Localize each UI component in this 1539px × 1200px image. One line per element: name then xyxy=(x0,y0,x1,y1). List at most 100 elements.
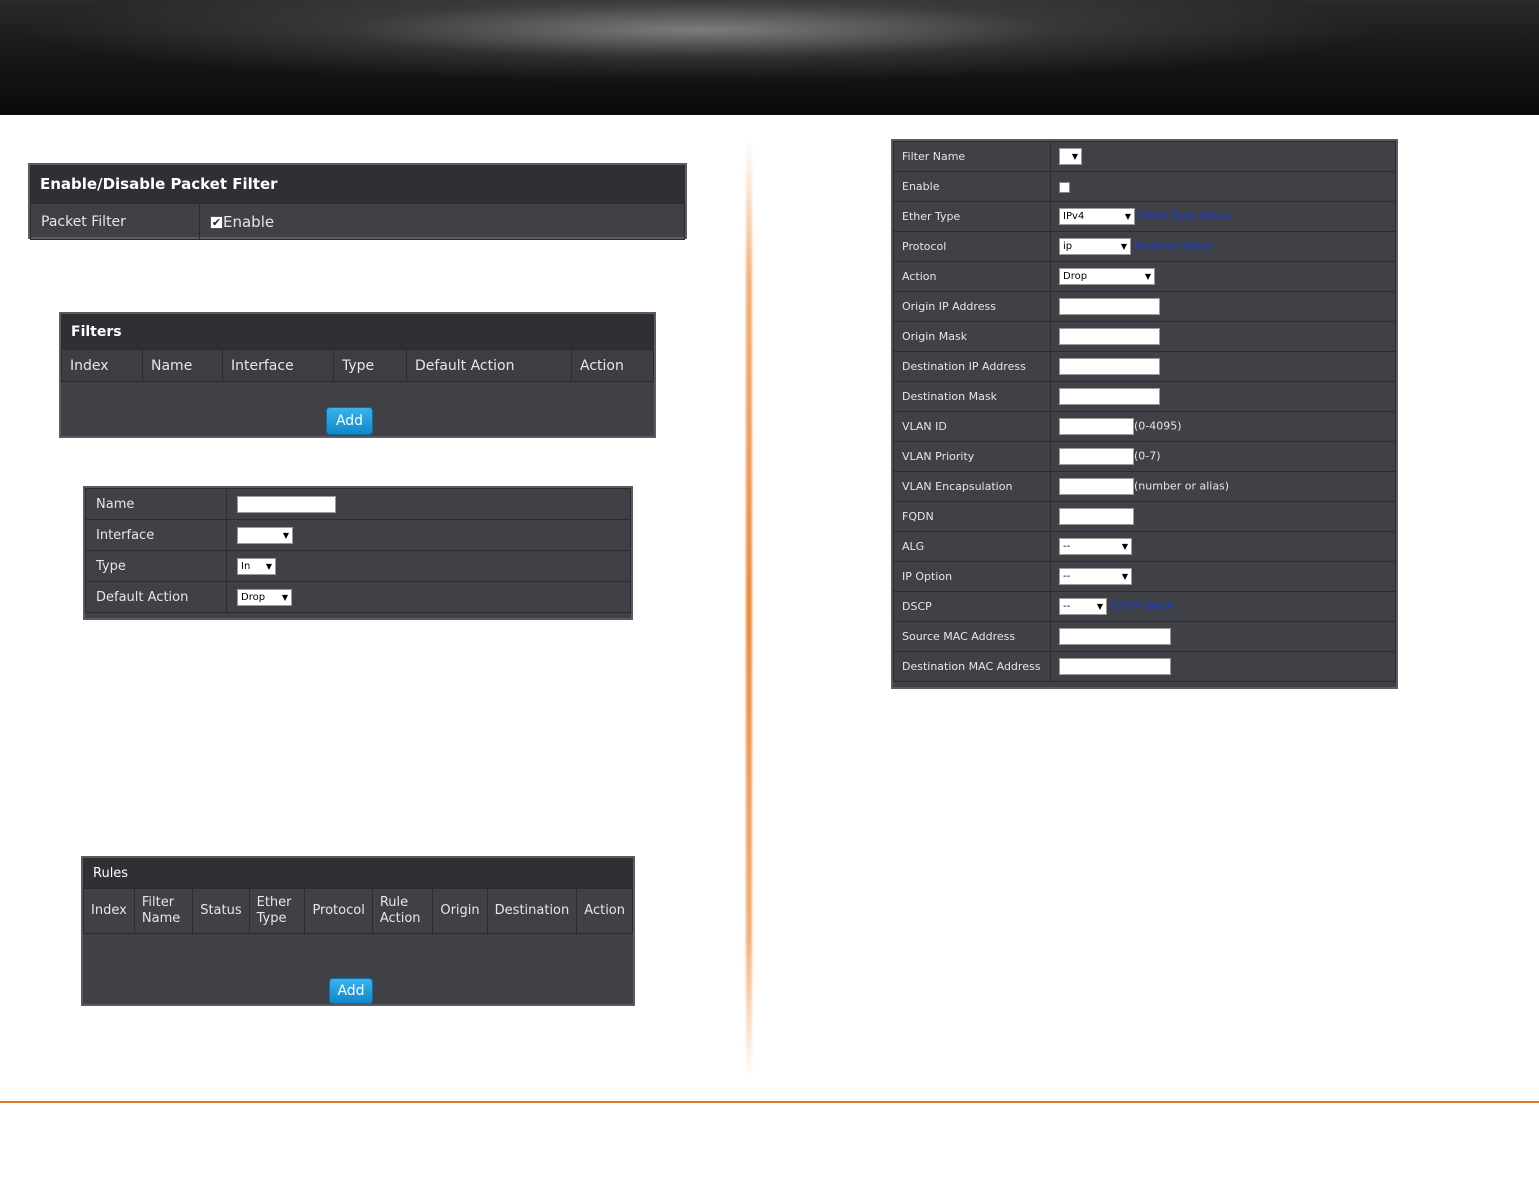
origin-ip-label: Origin IP Address xyxy=(893,291,1051,322)
panel-title: Enable/Disable Packet Filter xyxy=(30,165,685,203)
panel-title: Filters xyxy=(61,314,654,349)
rules-table: Index Filter Name Status Ether Type Prot… xyxy=(83,888,633,934)
filter-name-label: Filter Name xyxy=(893,141,1051,172)
name-label: Name xyxy=(85,488,227,520)
src-mac-label: Source MAC Address xyxy=(893,621,1051,652)
vlan-id-input[interactable] xyxy=(1059,418,1134,435)
chevron-down-icon: ▼ xyxy=(282,530,289,540)
origin-mask-input[interactable] xyxy=(1059,328,1160,345)
ip-option-label: IP Option xyxy=(893,561,1051,592)
column-header: Type xyxy=(333,349,407,382)
action-select[interactable]: Drop ▼ xyxy=(1059,268,1155,285)
protocol-value: ip xyxy=(1063,241,1073,252)
default-action-value: Drop xyxy=(241,591,266,603)
chevron-down-icon: ▼ xyxy=(1144,272,1151,281)
fqdn-input[interactable] xyxy=(1059,508,1134,525)
dest-ip-label: Destination IP Address xyxy=(893,351,1051,382)
column-header: Action xyxy=(576,888,633,934)
vlan-priority-note: (0-7) xyxy=(1134,449,1161,463)
footer-rule xyxy=(0,1101,1539,1103)
vlan-encap-label: VLAN Encapsulation xyxy=(893,471,1051,502)
filters-header-row: Index Name Interface Type Default Action… xyxy=(61,349,654,382)
protocol-select[interactable]: ip ▼ xyxy=(1059,238,1131,255)
protocol-value-link[interactable]: Protocol Value xyxy=(1134,240,1212,253)
type-select[interactable]: In ▼ xyxy=(237,557,276,575)
column-header: Origin xyxy=(432,888,488,934)
column-header: Index xyxy=(83,888,135,934)
enable-checkbox[interactable]: ✔ xyxy=(210,216,223,229)
filter-name-select[interactable]: ▼ xyxy=(1059,148,1082,165)
dest-ip-input[interactable] xyxy=(1059,358,1160,375)
column-header: Destination xyxy=(486,888,578,934)
column-header: Status xyxy=(192,888,250,934)
vlan-priority-label: VLAN Priority xyxy=(893,441,1051,472)
chevron-down-icon: ▼ xyxy=(1071,152,1078,161)
chevron-down-icon: ▼ xyxy=(1121,572,1128,581)
column-header: Default Action xyxy=(406,349,572,382)
add-filter-button[interactable]: Add xyxy=(326,407,373,435)
origin-mask-label: Origin Mask xyxy=(893,321,1051,352)
fqdn-label: FQDN xyxy=(893,501,1051,532)
filter-form-panel: Name Interface ▼ Type In ▼ Default Action… xyxy=(83,486,633,620)
ether-type-value: IPv4 xyxy=(1063,211,1085,222)
dest-mask-input[interactable] xyxy=(1059,388,1160,405)
filters-table: Index Name Interface Type Default Action… xyxy=(61,349,654,382)
add-rule-button[interactable]: Add xyxy=(329,978,373,1004)
packet-filter-enable-panel: Enable/Disable Packet Filter Packet Filt… xyxy=(28,163,687,240)
ether-type-select[interactable]: IPv4 ▼ xyxy=(1059,208,1135,225)
vlan-id-note: (0-4095) xyxy=(1134,419,1182,433)
vlan-priority-input[interactable] xyxy=(1059,448,1134,465)
ether-type-label: Ether Type xyxy=(893,201,1051,232)
vlan-encap-input[interactable] xyxy=(1059,478,1134,495)
alg-value: -- xyxy=(1063,541,1071,552)
name-input[interactable] xyxy=(237,495,336,513)
rule-form-panel: Filter Name ▼ Enable Ether Type IPv4 ▼ Eth… xyxy=(891,139,1398,689)
vlan-id-label: VLAN ID xyxy=(893,411,1051,442)
dest-mask-label: Destination Mask xyxy=(893,381,1051,412)
rule-form-table: Filter Name ▼ Enable Ether Type IPv4 ▼ Eth… xyxy=(893,141,1396,682)
interface-select[interactable]: ▼ xyxy=(237,526,293,544)
dst-mac-label: Destination MAC Address xyxy=(893,651,1051,682)
action-value: Drop xyxy=(1063,271,1088,282)
vlan-encap-note: (number or alias) xyxy=(1134,479,1230,493)
enable-checkbox-label: Enable xyxy=(223,212,275,231)
origin-ip-input[interactable] xyxy=(1059,298,1160,315)
dscp-value-link[interactable]: DSCP Value xyxy=(1110,600,1173,613)
filter-form-table: Name Interface ▼ Type In ▼ Default Action… xyxy=(85,488,631,613)
column-header: Name xyxy=(142,349,223,382)
alg-select[interactable]: -- ▼ xyxy=(1059,538,1132,555)
chevron-down-icon: ▼ xyxy=(1124,212,1131,221)
dscp-label: DSCP xyxy=(893,591,1051,622)
type-value: In xyxy=(241,560,251,572)
dscp-value: -- xyxy=(1063,601,1071,612)
dscp-select[interactable]: -- ▼ xyxy=(1059,598,1107,615)
column-header: Interface xyxy=(222,349,334,382)
ip-option-value: -- xyxy=(1063,571,1071,582)
header-banner xyxy=(0,0,1539,115)
chevron-down-icon: ▼ xyxy=(265,561,272,571)
chevron-down-icon: ▼ xyxy=(1121,542,1128,551)
rule-enable-checkbox[interactable] xyxy=(1059,181,1070,193)
dst-mac-input[interactable] xyxy=(1059,658,1171,675)
ip-option-select[interactable]: -- ▼ xyxy=(1059,568,1132,585)
enable-cell: ✔ Enable xyxy=(199,203,685,240)
packet-filter-label: Packet Filter xyxy=(30,203,200,240)
column-header: Ether Type xyxy=(248,888,306,934)
type-label: Type xyxy=(85,550,227,582)
column-header: Protocol xyxy=(304,888,373,934)
alg-label: ALG xyxy=(893,531,1051,562)
action-label: Action xyxy=(893,261,1051,292)
enable-label: Enable xyxy=(893,171,1051,202)
src-mac-input[interactable] xyxy=(1059,628,1171,645)
default-action-select[interactable]: Drop ▼ xyxy=(237,588,292,606)
protocol-label: Protocol xyxy=(893,231,1051,262)
default-action-label: Default Action xyxy=(85,581,227,613)
panel-title: Rules xyxy=(83,858,633,888)
chevron-down-icon: ▼ xyxy=(1120,242,1127,251)
enable-table: Packet Filter ✔ Enable xyxy=(30,203,685,240)
ether-type-value-link[interactable]: Ether Type Value xyxy=(1138,210,1230,223)
column-header: Filter Name xyxy=(133,888,194,934)
chevron-down-icon: ▼ xyxy=(281,592,288,602)
column-header: Action xyxy=(571,349,654,382)
chevron-down-icon: ▼ xyxy=(1096,602,1103,611)
